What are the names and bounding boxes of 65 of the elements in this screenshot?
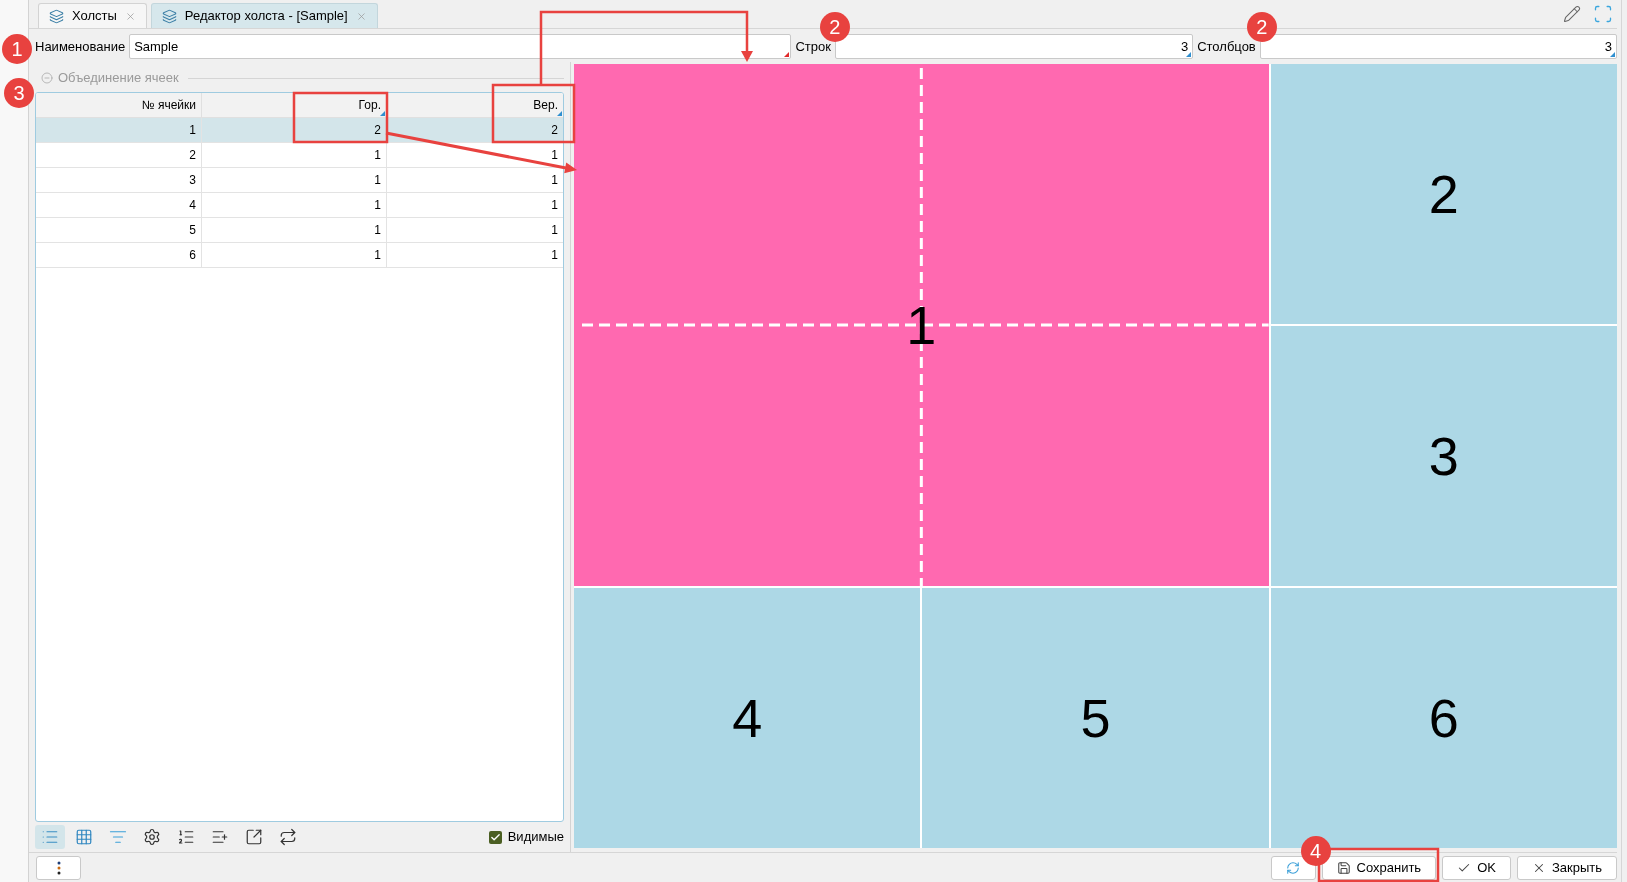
- tab-label: Холсты: [72, 7, 117, 26]
- group-title: Объединение ячеек: [58, 69, 179, 88]
- save-icon: [1336, 860, 1351, 875]
- column-header[interactable]: № ячейки: [36, 93, 202, 117]
- more-icon: [56, 860, 61, 875]
- table-cell: 1: [551, 248, 558, 262]
- canvas-cell[interactable]: 4: [574, 588, 921, 848]
- table-cell: 1: [551, 173, 558, 187]
- table-cell: 1: [374, 248, 381, 262]
- cell-number: 2: [1428, 167, 1459, 221]
- table-cell: 6: [189, 248, 196, 262]
- numbered-list-icon: [177, 828, 195, 846]
- pencil-icon[interactable]: [1563, 5, 1581, 23]
- tab[interactable]: Холсты: [38, 3, 147, 28]
- table-cell: 3: [189, 173, 196, 187]
- repeat-icon: [279, 828, 297, 846]
- step-number-badge: 2: [819, 12, 850, 42]
- table-row[interactable]: 4 1 1: [36, 193, 563, 218]
- refresh-icon: [1286, 860, 1300, 875]
- table-row[interactable]: 6 1 1: [36, 243, 563, 268]
- tab-label: Редактор холста - [Sample]: [184, 7, 348, 26]
- layers-icon: [161, 8, 177, 24]
- canvas-cell[interactable]: 2: [1270, 64, 1617, 324]
- canvas-cell[interactable]: 5: [922, 588, 1269, 848]
- cell-number: 6: [1428, 691, 1459, 745]
- grid-icon: [75, 828, 93, 846]
- text-field[interactable]: 3: [834, 34, 1194, 59]
- table-cell: 1: [374, 198, 381, 212]
- external-link-icon: [245, 828, 263, 846]
- filter-icon: [109, 828, 127, 846]
- cell-number: 3: [1428, 429, 1459, 483]
- close-button[interactable]: Закрыть: [1516, 855, 1617, 880]
- check-icon: [489, 831, 501, 843]
- table-cell: 1: [551, 198, 558, 212]
- table-cell: 1: [374, 223, 381, 237]
- column-header[interactable]: Гор.: [202, 93, 387, 117]
- cell-number: 4: [732, 691, 763, 745]
- text-field[interactable]: Sample: [129, 34, 792, 59]
- cell-number: 5: [1080, 691, 1111, 745]
- layers-icon: [49, 8, 64, 24]
- settings-icon: [143, 828, 161, 846]
- table-row[interactable]: 5 1 1: [36, 218, 563, 243]
- fullscreen-icon[interactable]: [1593, 4, 1613, 24]
- canvas-cell[interactable]: 3: [1270, 326, 1617, 586]
- table-cell: 1: [374, 148, 381, 162]
- field-label: Наименование: [35, 37, 126, 56]
- table-cell: 2: [189, 148, 196, 162]
- column-header[interactable]: Вер.: [387, 93, 563, 117]
- save-button[interactable]: Сохранить: [1321, 855, 1437, 880]
- checkbox[interactable]: [488, 830, 502, 844]
- checkbox-label: Видимые: [507, 828, 564, 847]
- tab[interactable]: Редактор холста - [Sample]: [150, 3, 378, 28]
- table-cell: 1: [374, 173, 381, 187]
- step-number-badge: 2: [1246, 12, 1277, 42]
- table-row[interactable]: 1 2 2: [36, 118, 563, 143]
- list-icon: [41, 828, 59, 846]
- table-cell: 1: [189, 123, 196, 137]
- ok-button[interactable]: OK: [1442, 855, 1511, 880]
- table-cell: 2: [374, 123, 381, 137]
- list-plus-icon: [211, 828, 229, 846]
- text-field[interactable]: 3: [1259, 34, 1617, 59]
- table-cell: 5: [189, 223, 196, 237]
- table-cell: 4: [189, 198, 196, 212]
- table-row[interactable]: 3 1 1: [36, 168, 563, 193]
- table-cell: 1: [551, 223, 558, 237]
